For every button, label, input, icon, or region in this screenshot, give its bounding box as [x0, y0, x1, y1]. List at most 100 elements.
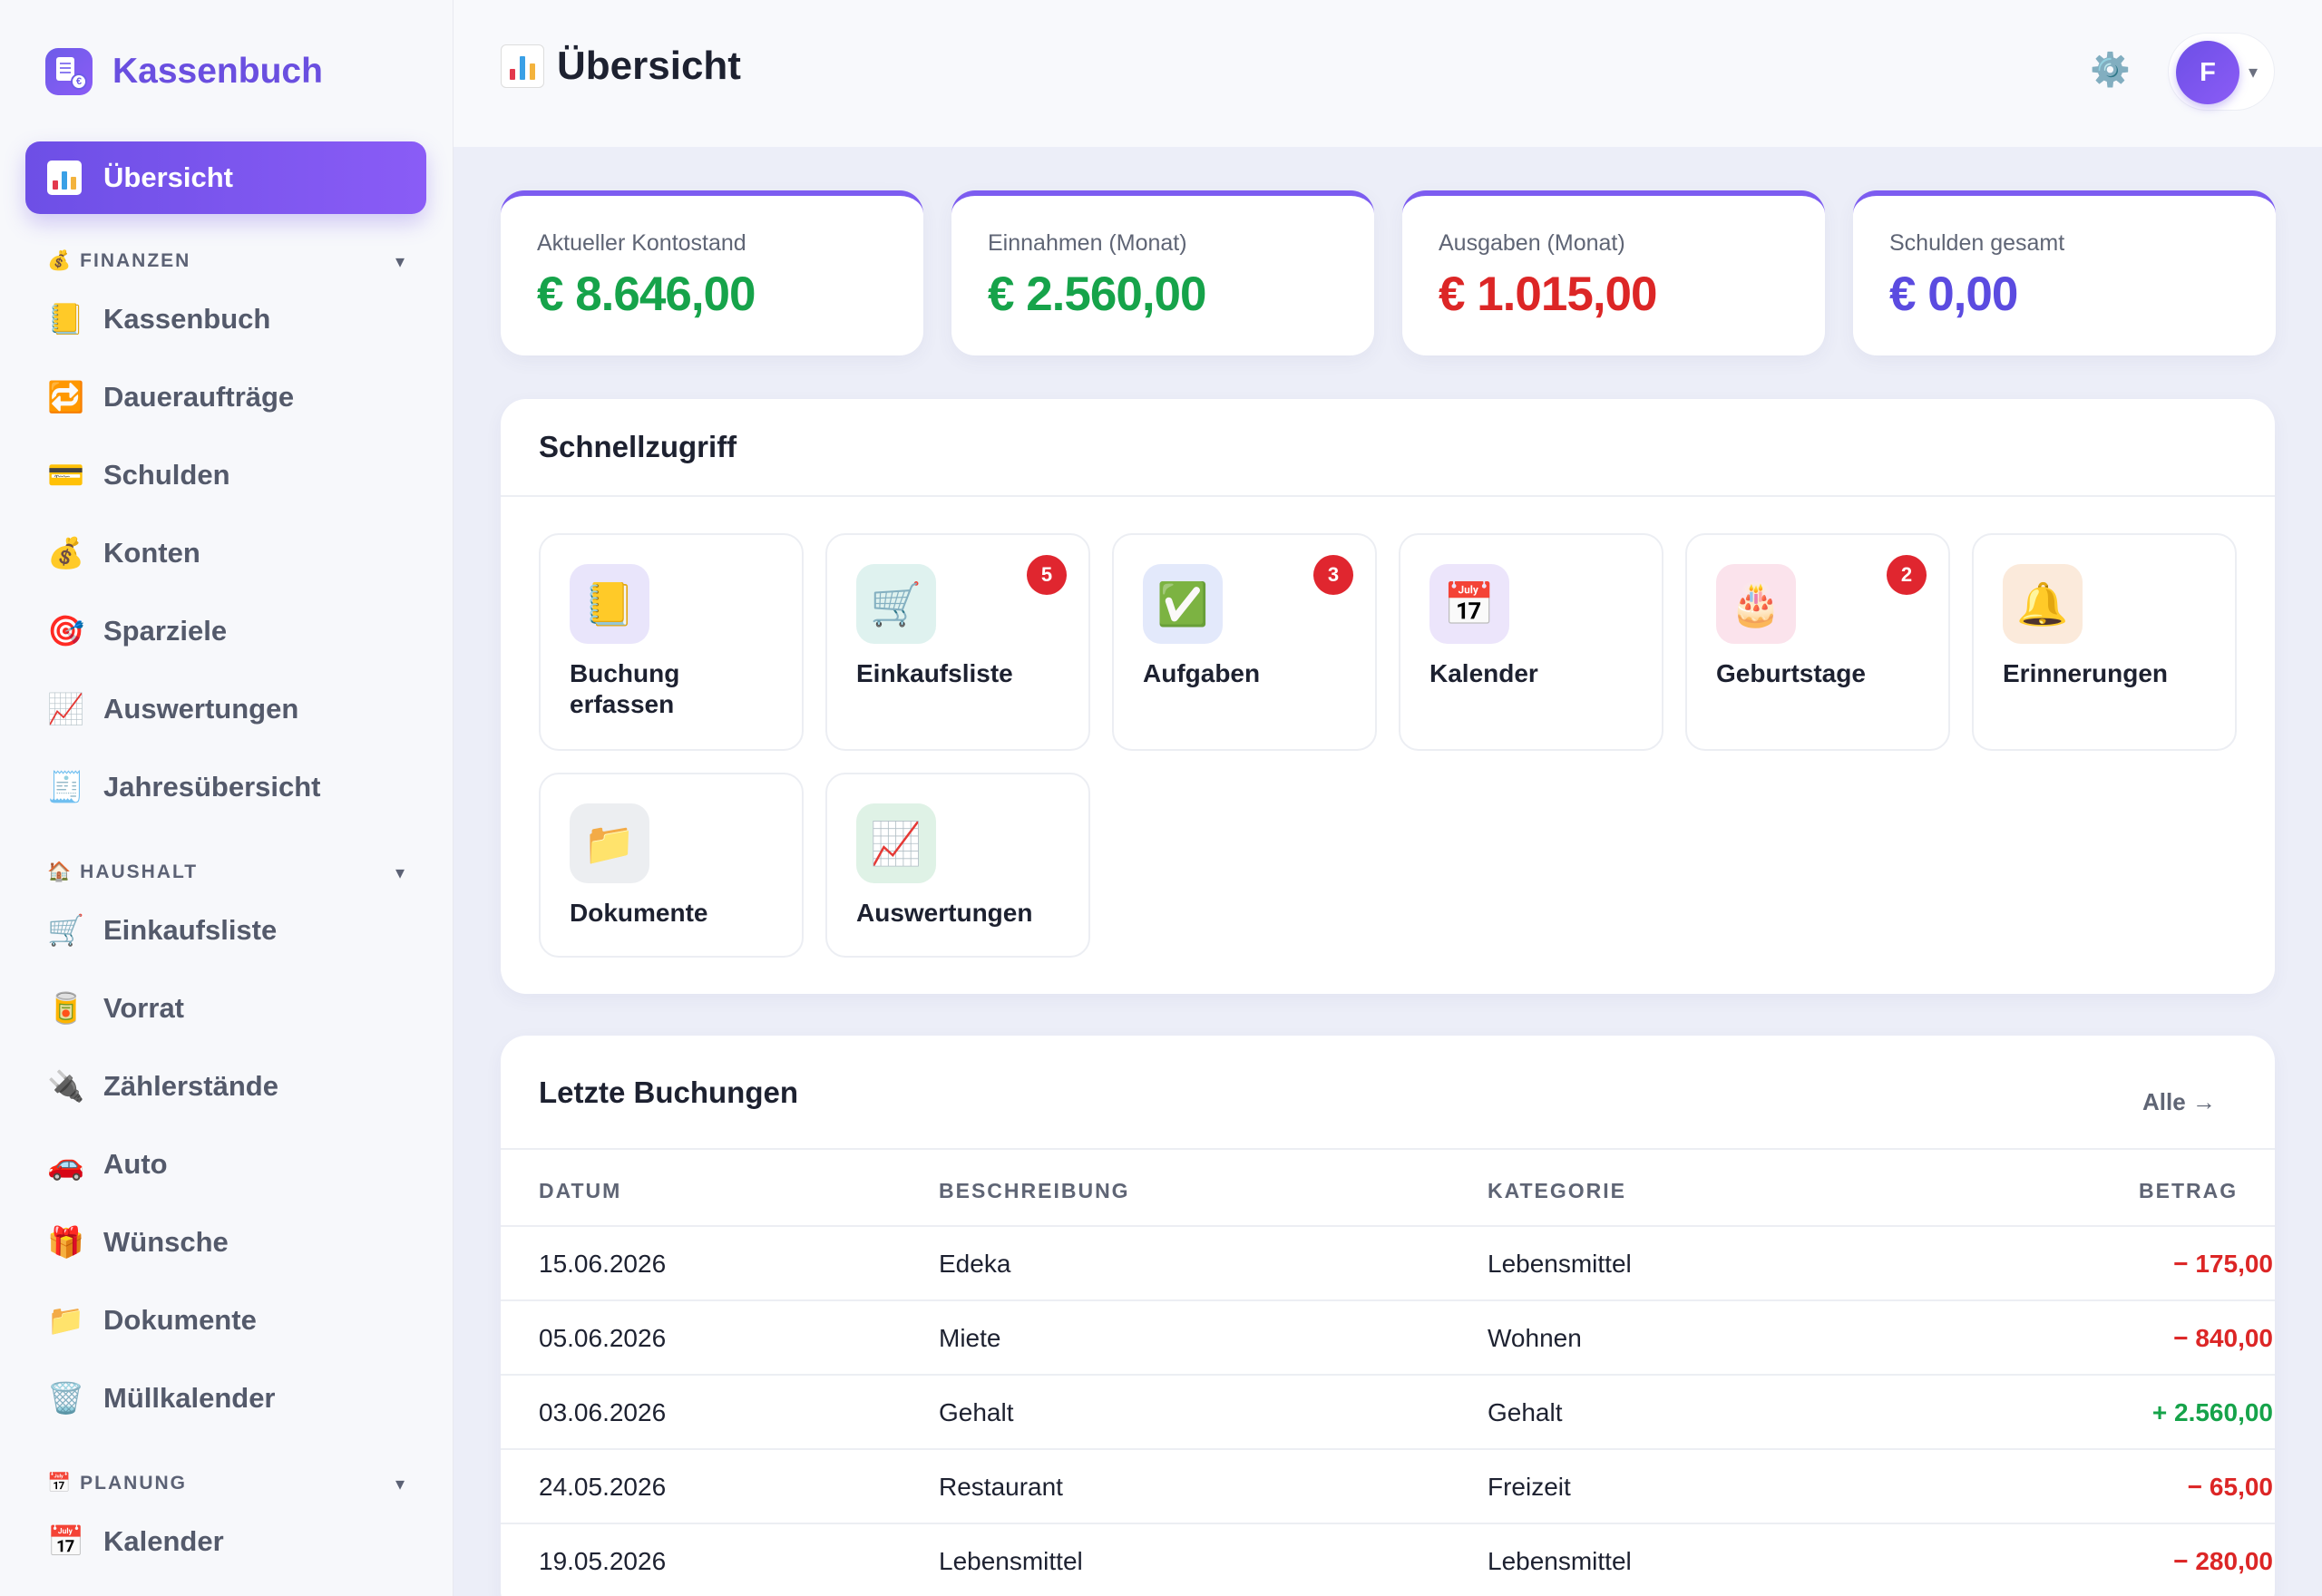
- sidebar-item-label: Kalender: [103, 1525, 224, 1557]
- count-badge: 2: [1887, 555, 1927, 595]
- sidebar-item-label: Müllkalender: [103, 1382, 276, 1414]
- section-title: FINANZEN: [80, 250, 191, 271]
- cell-description: Miete: [939, 1324, 1001, 1352]
- cell-amount: − 175,00: [2173, 1250, 2273, 1278]
- sidebar-item-konten[interactable]: 💰 Konten: [47, 526, 428, 580]
- divider: [501, 1448, 2275, 1450]
- chevron-down-icon: ▾: [395, 862, 406, 883]
- cell-category: Wohnen: [1488, 1324, 1582, 1352]
- chevron-down-icon: ▾: [395, 251, 406, 272]
- stat-card-ausgaben: Ausgaben (Monat) € 1.015,00: [1402, 190, 1825, 355]
- divider: [501, 1225, 2275, 1227]
- sidebar-item-vorrat[interactable]: 🥫 Vorrat: [47, 981, 428, 1036]
- section-finanzen[interactable]: 💰 FINANZEN ▾: [47, 247, 406, 276]
- bar-chart-icon: [47, 161, 82, 195]
- cell-category: Gehalt: [1488, 1398, 1563, 1426]
- sidebar-item-wuensche[interactable]: 🎁 Wünsche: [47, 1215, 428, 1270]
- tile-buchung-erfassen[interactable]: 📒 Buchung erfassen: [539, 533, 804, 751]
- cell-amount: − 840,00: [2173, 1324, 2273, 1352]
- column-header-betrag[interactable]: BETRAG: [2139, 1179, 2238, 1203]
- page-title-text: Übersicht: [557, 44, 741, 88]
- sidebar-item-label: Daueraufträge: [103, 381, 295, 413]
- tile-label: Aufgaben: [1143, 659, 1261, 687]
- cell-description: Restaurant: [939, 1473, 1063, 1501]
- trend-chart-icon: 📈: [47, 691, 85, 725]
- house-icon: 🏠: [47, 861, 72, 882]
- sidebar-item-sparziele[interactable]: 🎯 Sparziele: [47, 604, 428, 658]
- divider: [501, 1523, 2275, 1524]
- sidebar-item-muellkalender[interactable]: 🗑️ Müllkalender: [47, 1371, 428, 1426]
- brand[interactable]: € Kassenbuch: [45, 47, 323, 96]
- shopping-cart-icon: 🛒: [47, 912, 85, 947]
- tile-aufgaben[interactable]: ✅ 3 Aufgaben: [1112, 533, 1377, 751]
- gift-icon: 🎁: [47, 1224, 85, 1259]
- money-bag-icon: 💰: [47, 250, 72, 271]
- cashbook-logo-icon: €: [45, 48, 93, 95]
- gear-icon[interactable]: ⚙️: [2090, 51, 2131, 89]
- plug-icon: 🔌: [47, 1068, 85, 1103]
- cell-amount: + 2.560,00: [2151, 1398, 2273, 1426]
- sidebar-item-label: Dokumente: [103, 1304, 257, 1336]
- tile-erinnerungen[interactable]: 🔔 Erinnerungen: [1972, 533, 2237, 751]
- credit-card-icon: 💳: [47, 457, 85, 491]
- calendar-icon: 📅: [47, 1473, 72, 1494]
- tile-kalender[interactable]: 📅 Kalender: [1399, 533, 1663, 751]
- cell-category: Freizeit: [1488, 1473, 1571, 1501]
- sidebar-item-schulden[interactable]: 💳 Schulden: [47, 448, 428, 502]
- panel-header: Letzte Buchungen: [501, 1036, 2275, 1150]
- calendar-icon: 📅: [47, 1523, 85, 1558]
- sidebar-item-auto[interactable]: 🚗 Auto: [47, 1137, 428, 1192]
- sidebar-item-jahresuebersicht[interactable]: 🧾 Jahresübersicht: [47, 760, 428, 814]
- column-header-datum[interactable]: DATUM: [539, 1179, 621, 1203]
- avatar[interactable]: F: [2176, 41, 2239, 104]
- cell-date: 24.05.2026: [539, 1473, 667, 1501]
- stat-value: € 2.560,00: [988, 268, 1207, 321]
- sidebar-item-label: Vorrat: [103, 992, 185, 1024]
- sidebar-item-label: Schulden: [103, 459, 230, 491]
- chevron-down-icon[interactable]: ▾: [2249, 61, 2258, 83]
- column-header-beschreibung[interactable]: BESCHREIBUNG: [939, 1179, 1130, 1203]
- sidebar-item-label: Übersicht: [103, 161, 233, 193]
- tile-auswertungen[interactable]: 📈 Auswertungen: [825, 773, 1090, 958]
- sidebar-item-label: Zählerstände: [103, 1070, 278, 1102]
- sidebar-item-zaehlerstaende[interactable]: 🔌 Zählerstände: [47, 1059, 428, 1114]
- sidebar-item-uebersicht[interactable]: Übersicht: [25, 141, 426, 214]
- cell-date: 05.06.2026: [539, 1324, 667, 1352]
- sidebar-item-kalender[interactable]: 📅 Kalender: [47, 1514, 428, 1569]
- sidebar-item-auswertungen[interactable]: 📈 Auswertungen: [47, 682, 428, 736]
- divider: [501, 1299, 2275, 1301]
- cell-date: 03.06.2026: [539, 1398, 667, 1426]
- tile-label: Dokumente: [570, 899, 708, 927]
- column-header-kategorie[interactable]: KATEGORIE: [1488, 1179, 1626, 1203]
- tile-dokumente[interactable]: 📁 Dokumente: [539, 773, 804, 958]
- car-icon: 🚗: [47, 1146, 85, 1181]
- section-haushalt[interactable]: 🏠 HAUSHALT ▾: [47, 858, 406, 887]
- tile-einkaufsliste[interactable]: 🛒 5 Einkaufsliste: [825, 533, 1090, 751]
- chevron-down-icon: ▾: [395, 1474, 406, 1494]
- tile-label: Kalender: [1429, 659, 1538, 687]
- tile-label: Auswertungen: [856, 899, 1033, 927]
- sidebar-item-label: Einkaufsliste: [103, 914, 278, 946]
- sidebar-item-dauerauftraege[interactable]: 🔁 Daueraufträge: [47, 370, 428, 424]
- divider: [501, 1374, 2275, 1376]
- sidebar-item-dokumente[interactable]: 📁 Dokumente: [47, 1293, 428, 1348]
- recent-bookings-panel: Letzte Buchungen Alle →: [501, 1036, 2275, 1596]
- bell-icon: 🔔: [2003, 564, 2083, 644]
- cell-description: Gehalt: [939, 1398, 1014, 1426]
- brand-name: Kassenbuch: [112, 52, 323, 91]
- folder-icon: 📁: [570, 803, 649, 883]
- sidebar-item-kassenbuch[interactable]: 📒 Kassenbuch: [47, 292, 428, 346]
- view-all-link[interactable]: Alle →: [2142, 1088, 2216, 1116]
- section-planung[interactable]: 📅 PLANUNG ▾: [47, 1469, 406, 1498]
- stat-card-schulden: Schulden gesamt € 0,00: [1853, 190, 2276, 355]
- trend-chart-icon: 📈: [856, 803, 936, 883]
- sidebar-item-einkaufsliste[interactable]: 🛒 Einkaufsliste: [47, 903, 428, 958]
- user-menu[interactable]: F ▾: [2168, 33, 2275, 111]
- money-bag-icon: 💰: [47, 535, 85, 569]
- stat-value: € 0,00: [1889, 268, 2018, 321]
- tile-geburtstage[interactable]: 🎂 2 Geburtstage: [1685, 533, 1950, 751]
- canned-food-icon: 🥫: [47, 990, 85, 1025]
- stat-label: Aktueller Kontostand: [537, 230, 746, 256]
- section-title: HAUSHALT: [80, 861, 199, 882]
- stat-value: € 8.646,00: [537, 268, 756, 321]
